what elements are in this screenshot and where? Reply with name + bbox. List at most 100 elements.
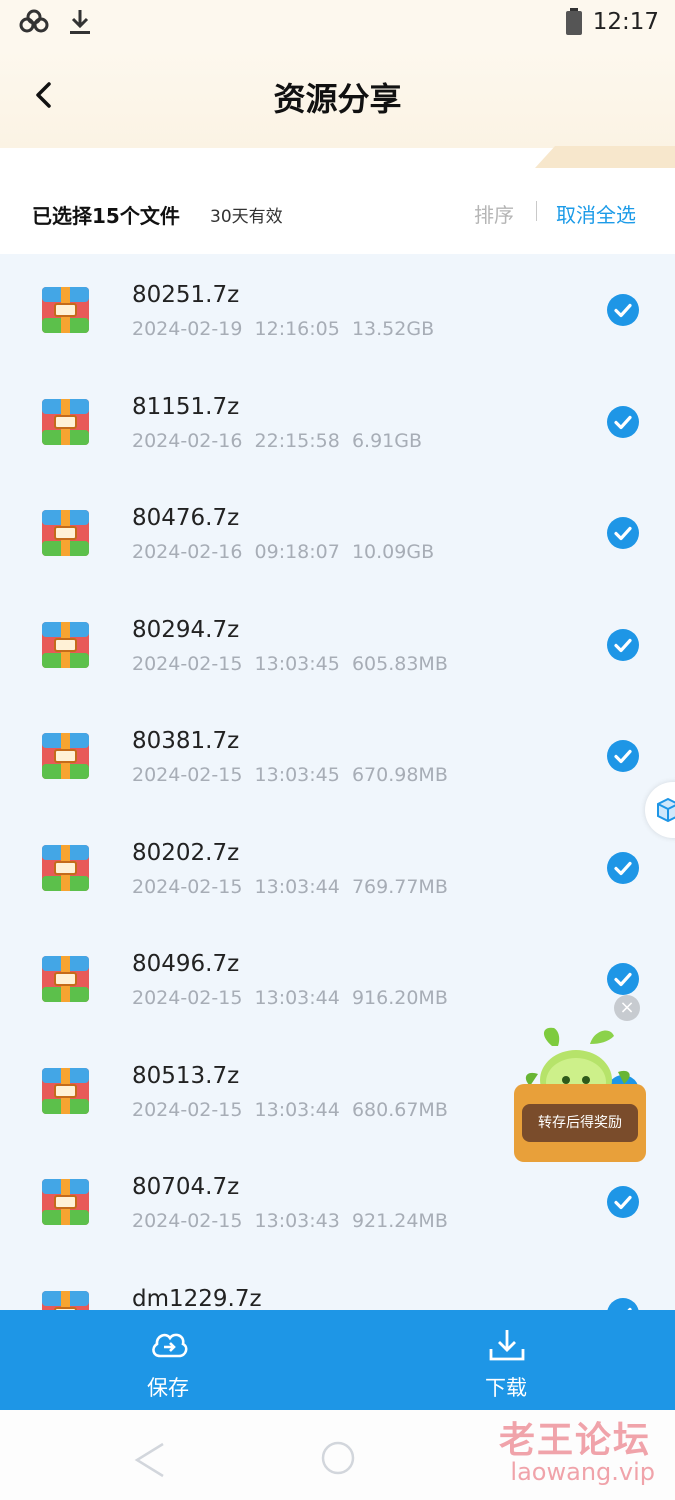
file-name: 80496.7z xyxy=(132,951,240,977)
archive-file-icon xyxy=(42,1290,89,1310)
file-name: 81151.7z xyxy=(132,393,240,420)
file-time: 22:15:58 xyxy=(254,429,340,452)
archive-file-icon xyxy=(42,844,89,891)
validity-label: 30天有效 xyxy=(210,207,283,227)
file-time: 13:03:44 xyxy=(254,875,340,898)
bottom-action-bar: 保存 下载 xyxy=(0,1310,675,1410)
file-name: 80251.7z xyxy=(132,282,240,308)
nav-home-icon[interactable] xyxy=(320,1440,356,1476)
nav-back-icon[interactable] xyxy=(133,1440,167,1480)
checkbox-checked-icon[interactable] xyxy=(607,405,639,438)
download-button[interactable]: 下载 xyxy=(406,1310,606,1410)
header-decoration xyxy=(535,146,675,168)
file-meta: 2024-02-15 13:03:43 921.24MB xyxy=(132,1210,448,1232)
file-meta: 2024-02-19 12:16:05 13.52GB xyxy=(132,318,434,340)
file-row[interactable]: 80381.7z 2024-02-15 13:03:45 670.98MB xyxy=(0,700,675,811)
clock: 12:17 xyxy=(592,9,659,35)
selected-count: 已选择15个文件 xyxy=(32,204,180,228)
file-name: 80513.7z xyxy=(132,1062,240,1089)
selection-bar: 已选择15个文件 30天有效 排序 取消全选 xyxy=(0,168,675,254)
file-date: 2024-02-16 xyxy=(132,429,243,452)
file-time: 13:03:44 xyxy=(254,987,340,1009)
file-meta: 2024-02-15 13:03:45 605.83MB xyxy=(132,653,448,675)
file-time: 13:03:44 xyxy=(254,1098,340,1121)
file-row[interactable]: 81151.7z 2024-02-16 22:15:58 6.91GB xyxy=(0,366,675,477)
cloud-save-icon xyxy=(152,1333,188,1358)
archive-file-icon xyxy=(42,621,89,668)
promo-board: 转存后得奖励 xyxy=(514,1084,646,1162)
file-time: 13:03:43 xyxy=(254,1210,340,1232)
file-name: 80202.7z xyxy=(132,839,240,866)
promo-label: 转存后得奖励 xyxy=(522,1104,638,1142)
divider xyxy=(536,201,537,221)
file-size: 605.83MB xyxy=(351,652,448,675)
file-size: 10.09GB xyxy=(351,541,435,563)
file-name: dm1229.7z xyxy=(132,1285,262,1311)
header: 资源分享 xyxy=(0,48,675,168)
sort-button[interactable]: 排序 xyxy=(474,199,514,228)
checkbox-checked-icon[interactable] xyxy=(607,517,639,549)
reward-promo[interactable]: × 转存后得奖励 xyxy=(512,992,652,1164)
file-meta: 2024-02-15 13:03:44 769.77MB xyxy=(132,876,448,898)
file-row[interactable]: 80202.7z 2024-02-15 13:03:44 769.77MB xyxy=(0,812,675,923)
file-size: 916.20MB xyxy=(351,987,448,1009)
file-meta: 2024-02-15 13:03:45 670.98MB xyxy=(132,764,448,786)
battery-icon xyxy=(565,8,582,35)
archive-file-icon xyxy=(42,733,89,779)
watermark-url: laowang.vip xyxy=(510,1458,655,1486)
file-time: 12:16:05 xyxy=(254,318,340,340)
archive-file-icon xyxy=(42,1179,89,1225)
file-name: 80381.7z xyxy=(132,728,240,754)
file-size: 13.52GB xyxy=(351,318,435,340)
save-button[interactable]: 保存 xyxy=(68,1310,268,1410)
checkbox-checked-icon[interactable] xyxy=(607,628,639,661)
save-label: 保存 xyxy=(147,1376,189,1400)
file-time: 13:03:45 xyxy=(254,764,340,786)
file-size: 6.91GB xyxy=(351,429,423,452)
checkbox-checked-icon[interactable] xyxy=(607,963,639,995)
file-size: 921.24MB xyxy=(351,1210,448,1232)
file-date: 2024-02-19 xyxy=(132,318,243,340)
checkbox-checked-icon[interactable] xyxy=(607,740,639,772)
status-bar: 12:17 xyxy=(0,0,675,48)
archive-file-icon xyxy=(42,510,89,556)
file-name: 80704.7z xyxy=(132,1174,240,1200)
promo-close-icon[interactable]: × xyxy=(614,995,640,1021)
download-status-icon xyxy=(70,10,90,34)
archive-file-icon xyxy=(42,1067,89,1114)
archive-file-icon xyxy=(42,287,89,333)
file-row[interactable]: dm1229.7z xyxy=(0,1258,675,1311)
file-date: 2024-02-15 xyxy=(132,875,243,898)
file-size: 680.67MB xyxy=(351,1098,448,1121)
checkbox-checked-icon[interactable] xyxy=(607,1297,639,1310)
file-row[interactable]: 80251.7z 2024-02-19 12:16:05 13.52GB xyxy=(0,254,675,365)
download-icon xyxy=(489,1330,525,1361)
file-date: 2024-02-15 xyxy=(132,1098,243,1121)
archive-file-icon xyxy=(42,956,89,1002)
checkbox-checked-icon[interactable] xyxy=(607,1186,639,1218)
file-row[interactable]: 80294.7z 2024-02-15 13:03:45 605.83MB xyxy=(0,589,675,700)
file-meta: 2024-02-16 22:15:58 6.91GB xyxy=(132,430,422,452)
download-label: 下载 xyxy=(485,1376,527,1400)
file-time: 13:03:45 xyxy=(254,652,340,675)
checkbox-checked-icon[interactable] xyxy=(607,851,639,884)
file-meta: 2024-02-15 13:03:44 680.67MB xyxy=(132,1099,448,1121)
file-meta: 2024-02-15 13:03:44 916.20MB xyxy=(132,987,448,1009)
baidu-cloud-icon xyxy=(19,9,49,33)
file-name: 80294.7z xyxy=(132,616,240,643)
checkbox-checked-icon[interactable] xyxy=(607,294,639,326)
file-date: 2024-02-15 xyxy=(132,987,243,1009)
file-date: 2024-02-16 xyxy=(132,541,243,563)
file-size: 769.77MB xyxy=(351,875,448,898)
file-row[interactable]: 80476.7z 2024-02-16 09:18:07 10.09GB xyxy=(0,477,675,588)
file-meta: 2024-02-16 09:18:07 10.09GB xyxy=(132,541,434,563)
archive-file-icon xyxy=(42,398,89,445)
cancel-select-all-button[interactable]: 取消全选 xyxy=(556,199,636,228)
cube-icon xyxy=(657,797,675,823)
file-size: 670.98MB xyxy=(351,764,448,786)
file-date: 2024-02-15 xyxy=(132,652,243,675)
file-date: 2024-02-15 xyxy=(132,1210,243,1232)
watermark-text: 老王论坛 xyxy=(498,1420,651,1461)
file-date: 2024-02-15 xyxy=(132,764,243,786)
page-title: 资源分享 xyxy=(273,80,402,118)
